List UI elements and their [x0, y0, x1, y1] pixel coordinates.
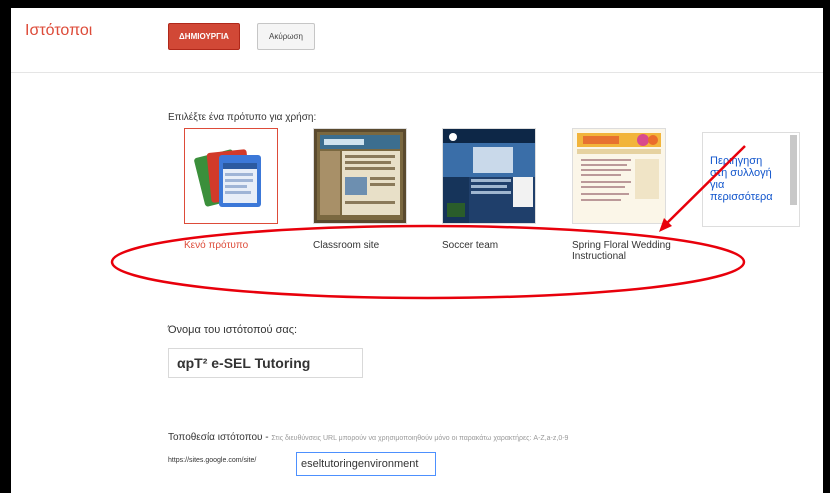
header-divider	[11, 72, 823, 73]
site-name-label: Όνομα του ιστότοπού σας:	[168, 324, 298, 336]
template-label[interactable]: Κενό πρότυπο	[184, 240, 284, 251]
site-location-hint: Στις διευθύνσεις URL μπορούν να χρησιμοπ…	[271, 435, 569, 442]
create-button[interactable]: ΔΗΜΙΟΥΡΓΙΑ	[168, 23, 240, 50]
blank-template-icon[interactable]	[184, 128, 278, 224]
browse-gallery-box[interactable]: Περιήγηση στη συλλογή για περισσότερα	[702, 132, 800, 227]
site-name-input[interactable]	[168, 348, 363, 378]
soccer-team-thumbnail[interactable]	[442, 128, 536, 224]
classroom-site-thumbnail[interactable]	[313, 128, 407, 224]
annotation-oval	[110, 224, 746, 300]
site-location-row: Τοποθεσία ιστότοπου - Στις διευθύνσεις U…	[168, 432, 568, 443]
cancel-button[interactable]: Ακύρωση	[257, 23, 315, 50]
site-url-input[interactable]	[296, 452, 436, 476]
url-prefix: https://sites.google.com/site/	[168, 457, 257, 464]
annotation-overlay	[110, 145, 746, 300]
browse-scrollbar[interactable]	[790, 135, 797, 205]
template-label[interactable]: Spring Floral Wedding Instructional	[572, 240, 672, 262]
template-heading: Επιλέξτε ένα πρότυπο για χρήση:	[168, 112, 317, 123]
browse-gallery-link[interactable]: Περιήγηση στη συλλογή για περισσότερα	[710, 155, 782, 203]
app-title: Ιστότοποι	[25, 22, 93, 39]
template-label[interactable]: Soccer team	[442, 240, 542, 251]
sites-create-page: Ιστότοποι ΔΗΜΙΟΥΡΓΙΑ Ακύρωση Επιλέξτε έν…	[11, 8, 823, 493]
spring-floral-wedding-thumbnail[interactable]	[572, 128, 666, 224]
template-label[interactable]: Classroom site	[313, 240, 413, 251]
site-location-label: Τοποθεσία ιστότοπου	[168, 432, 263, 443]
